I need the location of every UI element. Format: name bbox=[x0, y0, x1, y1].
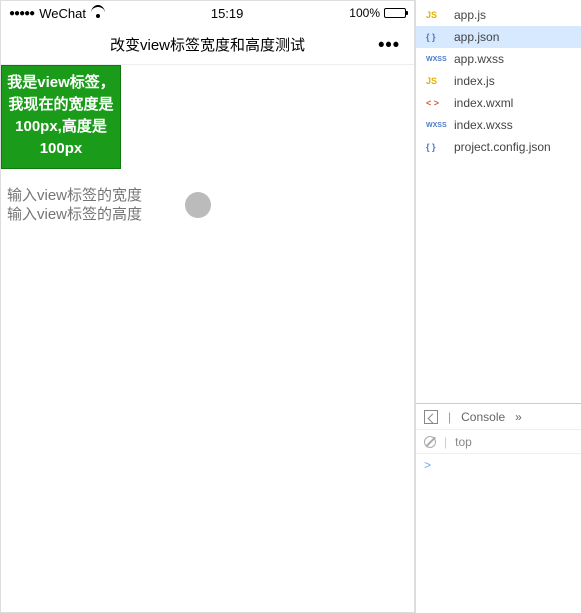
clock-label: 15:19 bbox=[211, 6, 244, 21]
file-type-icon: JS bbox=[426, 76, 448, 86]
file-name: app.json bbox=[454, 30, 499, 44]
file-name: index.js bbox=[454, 74, 495, 88]
console-panel: | Console » | top > bbox=[416, 403, 581, 613]
file-type-icon: WXSS bbox=[426, 56, 448, 63]
file-tree: JS app.js { } app.json WXSS app.wxss JS index.j… bbox=[416, 0, 581, 403]
file-type-icon: { } bbox=[426, 142, 448, 152]
menu-dots-icon[interactable]: ••• bbox=[378, 34, 400, 55]
clear-console-icon[interactable] bbox=[424, 436, 436, 448]
file-type-icon: JS bbox=[426, 10, 448, 20]
inputs-row bbox=[1, 187, 414, 223]
tab-console[interactable]: Console bbox=[461, 410, 505, 424]
height-input[interactable] bbox=[7, 206, 177, 223]
file-name: index.wxml bbox=[454, 96, 513, 110]
file-name: index.wxss bbox=[454, 118, 513, 132]
console-filter-bar: | top bbox=[416, 430, 581, 454]
file-type-icon: { } bbox=[426, 32, 448, 42]
battery-percent: 100% bbox=[349, 6, 380, 20]
carrier-label: WeChat bbox=[39, 6, 86, 21]
file-item[interactable]: WXSS index.wxss bbox=[416, 114, 581, 136]
file-item[interactable]: JS index.js bbox=[416, 70, 581, 92]
page-title: 改变view标签宽度和高度测试 bbox=[110, 34, 305, 55]
console-body[interactable]: > bbox=[416, 454, 581, 613]
file-item[interactable]: < > index.wxml bbox=[416, 92, 581, 114]
side-panel: JS app.js { } app.json WXSS app.wxss JS index.j… bbox=[415, 0, 581, 613]
battery-icon bbox=[384, 8, 406, 18]
file-item[interactable]: WXSS app.wxss bbox=[416, 48, 581, 70]
more-tabs-icon[interactable]: » bbox=[515, 410, 522, 424]
phone-status-bar: ●●●●● WeChat 15:19 100% bbox=[1, 1, 414, 25]
simulator-pane: ●●●●● WeChat 15:19 100% 改变view标签宽度和高度测试 … bbox=[0, 0, 415, 613]
console-tabs: | Console » bbox=[416, 404, 581, 430]
file-name: project.config.json bbox=[454, 140, 551, 154]
file-item[interactable]: { } app.json bbox=[416, 26, 581, 48]
file-type-icon: < > bbox=[426, 98, 448, 108]
width-input[interactable] bbox=[7, 187, 177, 204]
console-prompt: > bbox=[424, 458, 431, 472]
file-name: app.js bbox=[454, 8, 486, 22]
signal-dots-icon: ●●●●● bbox=[9, 8, 34, 19]
file-type-icon: WXSS bbox=[426, 122, 448, 129]
touch-indicator-icon bbox=[185, 192, 211, 218]
context-select[interactable]: top bbox=[455, 435, 472, 449]
page-content: 我是view标签，我现在的宽度是100px,高度是100px bbox=[1, 65, 414, 223]
demo-view-box: 我是view标签，我现在的宽度是100px,高度是100px bbox=[1, 65, 121, 169]
page-nav-bar: 改变view标签宽度和高度测试 ••• bbox=[1, 25, 414, 65]
wifi-icon bbox=[91, 8, 105, 18]
file-item[interactable]: { } project.config.json bbox=[416, 136, 581, 158]
file-item[interactable]: JS app.js bbox=[416, 4, 581, 26]
element-picker-icon[interactable] bbox=[424, 410, 438, 424]
file-name: app.wxss bbox=[454, 52, 504, 66]
